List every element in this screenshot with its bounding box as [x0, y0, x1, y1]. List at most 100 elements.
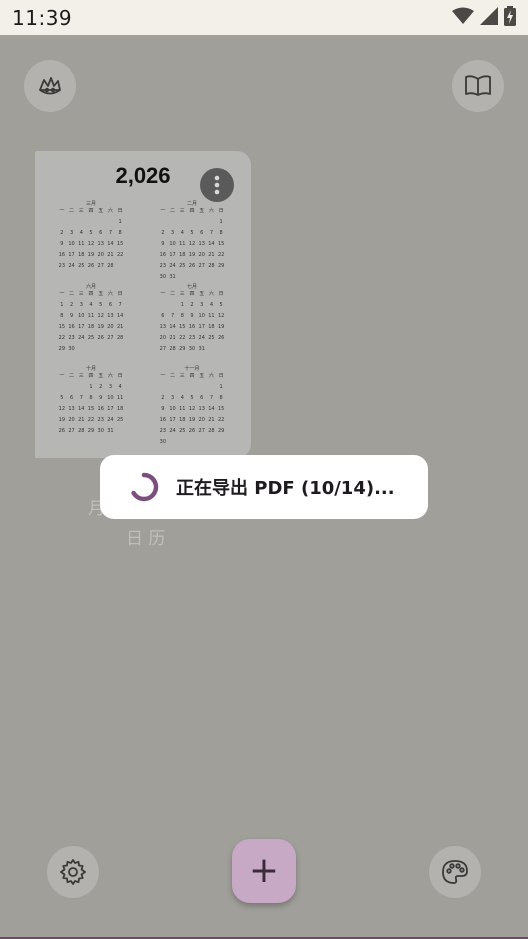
day-cell: 18: [116, 406, 124, 412]
crown-hand-icon[interactable]: [24, 60, 76, 112]
day-cell: [76, 346, 86, 353]
day-cell: [197, 219, 207, 226]
day-cell: 14: [169, 324, 176, 330]
weekday-header: 日: [218, 208, 224, 214]
day-cell: 4: [89, 302, 93, 308]
day-cell: [197, 274, 207, 281]
day-cell: [115, 346, 125, 353]
day-cell: 22: [217, 417, 225, 423]
weekday-header: 五: [199, 291, 205, 297]
more-options-button[interactable]: [200, 168, 234, 202]
add-button[interactable]: +: [232, 839, 296, 903]
status-bar: 11:39: [0, 0, 528, 35]
day-cell: 10: [198, 313, 205, 319]
day-cell: 17: [198, 324, 205, 330]
day-cell: 25: [87, 335, 95, 341]
weekday-header: 日: [218, 291, 224, 297]
month-name: 七月: [186, 284, 197, 290]
day-cell: 24: [107, 417, 114, 423]
weekday-header: 五: [199, 208, 205, 214]
day-cell: 20: [97, 252, 104, 258]
day-cell: 6: [69, 395, 74, 401]
day-cell: 30: [97, 428, 104, 434]
day-cell: 6: [200, 395, 204, 401]
month-name: 十一月: [184, 366, 200, 372]
day-cell: 16: [188, 324, 196, 330]
day-cell: 15: [179, 324, 186, 330]
day-cell: 6: [161, 313, 165, 319]
day-cell: [216, 274, 226, 281]
weekday-header: 日: [218, 373, 224, 379]
day-cell: 12: [188, 406, 196, 412]
day-cell: 8: [219, 230, 223, 236]
day-cell: 3: [170, 395, 175, 401]
day-cell: 10: [78, 313, 85, 319]
day-cell: 9: [161, 406, 165, 412]
month-name: 六月: [85, 284, 96, 290]
day-cell: 5: [190, 395, 194, 401]
weekday-header: 三: [78, 291, 84, 297]
calendar-card[interactable]: 2,026 三月一二三四五六日 1 2 3 4 5 6 7 8 9 10 11 12 13 14 15 16 17…: [35, 151, 251, 458]
day-cell: 30: [159, 439, 167, 445]
day-cell: 23: [159, 428, 167, 434]
palette-icon[interactable]: [429, 846, 481, 898]
day-cell: 28: [169, 346, 176, 352]
day-cell: [177, 219, 187, 226]
day-cell: 26: [58, 428, 66, 434]
day-cell: 26: [188, 428, 196, 434]
day-cell: 12: [58, 406, 66, 412]
weekday-header: 四: [189, 291, 195, 297]
book-open-icon[interactable]: [452, 60, 504, 112]
day-cell: [86, 346, 96, 353]
day-cell: 12: [188, 241, 196, 247]
export-progress-message: 正在导出 PDF (10/14)...: [176, 478, 395, 499]
day-cell: 31: [169, 274, 176, 280]
weekday-header: 五: [199, 373, 205, 379]
add-icon: +: [248, 850, 280, 891]
gear-icon[interactable]: [47, 846, 99, 898]
day-cell: [207, 274, 217, 281]
day-cell: 19: [87, 252, 95, 258]
day-cell: 29: [87, 428, 95, 434]
day-cell: [76, 384, 86, 391]
day-cell: 18: [87, 324, 95, 330]
day-cell: 7: [170, 313, 175, 319]
day-cell: 18: [78, 252, 85, 258]
day-cell: 21: [116, 324, 124, 330]
weekday-header: 五: [98, 208, 104, 214]
month-grid: 一二三四五六日 1 2 3 4 5 6 7 8 9 10 11 12 13 14 15 16 17 18 19 20 21…: [57, 291, 125, 353]
status-icons: [452, 5, 516, 30]
day-cell: 26: [87, 263, 95, 269]
weekday-header: 二: [69, 208, 75, 214]
weekday-header: 一: [59, 373, 65, 379]
day-cell: 27: [159, 346, 167, 352]
day-cell: 19: [217, 324, 225, 330]
day-cell: 24: [198, 335, 205, 341]
day-cell: [177, 274, 187, 281]
day-cell: 5: [99, 302, 103, 308]
day-cell: 7: [209, 395, 214, 401]
weekday-header: 三: [179, 208, 185, 214]
day-cell: 7: [108, 230, 113, 236]
day-cell: 4: [209, 302, 214, 308]
day-cell: 19: [188, 252, 196, 258]
day-cell: 21: [169, 335, 176, 341]
day-cell: 24: [78, 335, 85, 341]
weekday-header: 一: [59, 291, 65, 297]
day-cell: 11: [87, 313, 95, 319]
day-cell: 14: [107, 241, 114, 247]
day-cell: 29: [217, 428, 225, 434]
day-cell: 30: [188, 346, 196, 352]
weekday-header: 一: [160, 373, 166, 379]
day-cell: 28: [78, 428, 85, 434]
day-cell: 11: [179, 406, 186, 412]
weekday-header: 四: [189, 208, 195, 214]
day-cell: 6: [108, 302, 113, 308]
day-cell: 22: [217, 252, 225, 258]
day-cell: 3: [108, 384, 113, 390]
day-cell: [187, 384, 197, 391]
weekday-header: 三: [78, 373, 84, 379]
day-cell: 9: [190, 313, 194, 319]
day-cell: 8: [219, 395, 223, 401]
day-cell: 1: [219, 384, 223, 390]
